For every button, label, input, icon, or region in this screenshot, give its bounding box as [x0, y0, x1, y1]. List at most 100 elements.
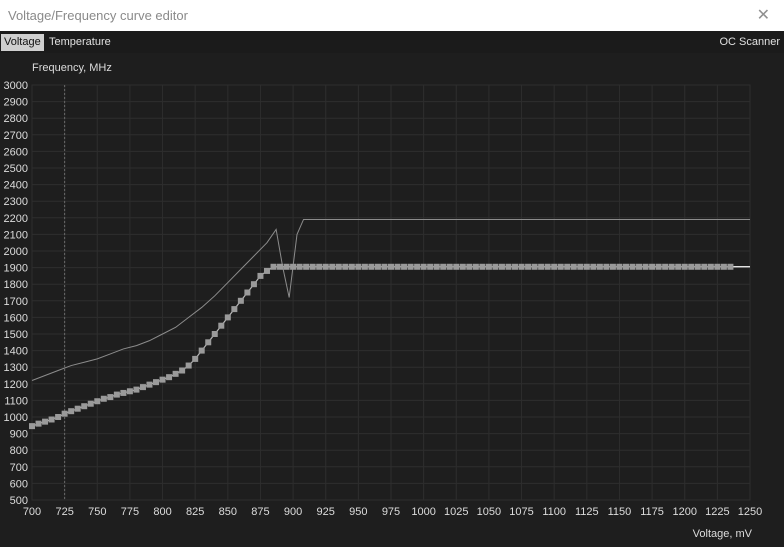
vf-curve-point[interactable]	[655, 263, 662, 270]
close-icon[interactable]: ✕	[757, 5, 770, 25]
vf-curve-point[interactable]	[192, 355, 199, 362]
vf-curve-point[interactable]	[720, 263, 727, 270]
vf-curve-point[interactable]	[492, 263, 499, 270]
vf-curve-point[interactable]	[146, 381, 153, 388]
vf-curve-point[interactable]	[596, 263, 603, 270]
vf-curve-point[interactable]	[525, 263, 532, 270]
vf-curve-point[interactable]	[642, 263, 649, 270]
vf-curve-point[interactable]	[466, 263, 473, 270]
vf-curve-point[interactable]	[237, 297, 244, 304]
vf-curve-point[interactable]	[433, 263, 440, 270]
vf-curve-point[interactable]	[81, 403, 88, 410]
tab-temperature[interactable]: Temperature	[49, 34, 111, 51]
vf-curve-point[interactable]	[179, 367, 186, 374]
vf-curve-point[interactable]	[707, 263, 714, 270]
vf-curve-chart[interactable]: 500 600 700 800 900 1000 1100 1200 1300 1400 1500 1…	[0, 53, 784, 542]
tab-voltage[interactable]: Voltage	[1, 34, 44, 51]
vf-curve-point[interactable]	[453, 263, 460, 270]
vf-curve-point[interactable]	[564, 263, 571, 270]
vf-curve-point[interactable]	[172, 370, 179, 377]
vf-curve-point[interactable]	[263, 267, 270, 274]
vf-curve-point[interactable]	[94, 398, 101, 405]
vf-curve-point[interactable]	[518, 263, 525, 270]
vf-curve-point[interactable]	[583, 263, 590, 270]
vf-curve-point[interactable]	[335, 263, 342, 270]
vf-curve-point[interactable]	[355, 263, 362, 270]
vf-curve-point[interactable]	[74, 405, 81, 412]
vf-curve-point[interactable]	[153, 379, 160, 386]
vf-curve-point[interactable]	[649, 263, 656, 270]
vf-curve-point[interactable]	[570, 263, 577, 270]
vf-curve-point[interactable]	[159, 376, 166, 383]
vf-curve-point[interactable]	[440, 263, 447, 270]
vf-curve-point[interactable]	[675, 263, 682, 270]
vf-curve-point[interactable]	[668, 263, 675, 270]
vf-curve-point[interactable]	[505, 263, 512, 270]
vf-curve-point[interactable]	[205, 339, 212, 346]
vf-curve-point[interactable]	[603, 263, 610, 270]
vf-curve-point[interactable]	[87, 400, 94, 407]
vf-curve-point[interactable]	[100, 395, 107, 402]
vf-curve-point[interactable]	[636, 263, 643, 270]
vf-curve-point[interactable]	[694, 263, 701, 270]
vf-curve-point[interactable]	[590, 263, 597, 270]
vf-curve-point[interactable]	[211, 331, 218, 337]
vf-curve-point[interactable]	[224, 314, 231, 321]
vf-curve-point[interactable]	[401, 263, 408, 270]
vf-curve-point[interactable]	[139, 384, 146, 391]
vf-curve-point[interactable]	[48, 416, 55, 423]
vf-curve-point[interactable]	[218, 322, 225, 329]
vf-curve-point[interactable]	[420, 263, 427, 270]
vf-curve-point[interactable]	[381, 263, 388, 270]
vf-curve-point[interactable]	[479, 263, 486, 270]
tab-oc-scanner[interactable]: OC Scanner	[719, 34, 780, 51]
vf-chart-svg[interactable]: 5006007008009001000110012001300140015001…	[0, 53, 784, 542]
vf-curve-point[interactable]	[35, 420, 42, 427]
vf-curve-point[interactable]	[361, 263, 368, 270]
vf-curve-point[interactable]	[531, 263, 538, 270]
vf-curve-point[interactable]	[388, 263, 394, 270]
vf-curve-point[interactable]	[42, 418, 49, 425]
vf-curve-point[interactable]	[290, 263, 297, 270]
vf-curve-point[interactable]	[609, 263, 616, 270]
vf-curve-point[interactable]	[29, 423, 35, 430]
vf-curve-point[interactable]	[459, 263, 466, 270]
vf-curve-point[interactable]	[270, 263, 277, 270]
vf-curve-point[interactable]	[296, 263, 303, 270]
vf-curve-point[interactable]	[133, 386, 140, 393]
vf-curve-point[interactable]	[662, 263, 669, 270]
vf-curve-point[interactable]	[283, 263, 290, 270]
vf-curve-point[interactable]	[309, 263, 316, 270]
vf-curve-point[interactable]	[681, 263, 688, 270]
vf-curve-point[interactable]	[512, 263, 519, 270]
vf-curve-point[interactable]	[322, 263, 329, 270]
vf-curve-point[interactable]	[407, 263, 414, 270]
vf-curve-point[interactable]	[113, 391, 120, 398]
vf-curve-point[interactable]	[485, 263, 492, 270]
vf-curve-point[interactable]	[688, 263, 695, 270]
vf-curve-point[interactable]	[544, 263, 551, 270]
vf-curve-point[interactable]	[120, 389, 127, 396]
vf-curve-point[interactable]	[616, 263, 623, 270]
vf-curve-point[interactable]	[348, 263, 355, 270]
vf-curve-point[interactable]	[329, 263, 336, 270]
vf-curve-point[interactable]	[427, 263, 434, 270]
vf-curve-point[interactable]	[394, 263, 401, 270]
vf-curve-point[interactable]	[446, 263, 453, 270]
vf-curve-point[interactable]	[622, 263, 629, 270]
vf-curve-point[interactable]	[368, 263, 375, 270]
vf-curve-point[interactable]	[316, 263, 323, 270]
vf-curve-point[interactable]	[166, 374, 173, 381]
vf-curve-point[interactable]	[257, 272, 264, 279]
vf-curve-point[interactable]	[68, 408, 75, 415]
vf-curve-point[interactable]	[727, 263, 734, 270]
vf-curve-point[interactable]	[472, 263, 479, 270]
vf-curve-point[interactable]	[701, 263, 708, 270]
vf-curve-point[interactable]	[303, 263, 310, 270]
vf-curve-point[interactable]	[498, 263, 505, 270]
vf-curve-point[interactable]	[551, 263, 558, 270]
vf-curve-point[interactable]	[714, 263, 721, 270]
vf-curve-point[interactable]	[250, 281, 257, 288]
vf-curve-point[interactable]	[557, 263, 564, 270]
vf-curve-point[interactable]	[231, 306, 238, 313]
